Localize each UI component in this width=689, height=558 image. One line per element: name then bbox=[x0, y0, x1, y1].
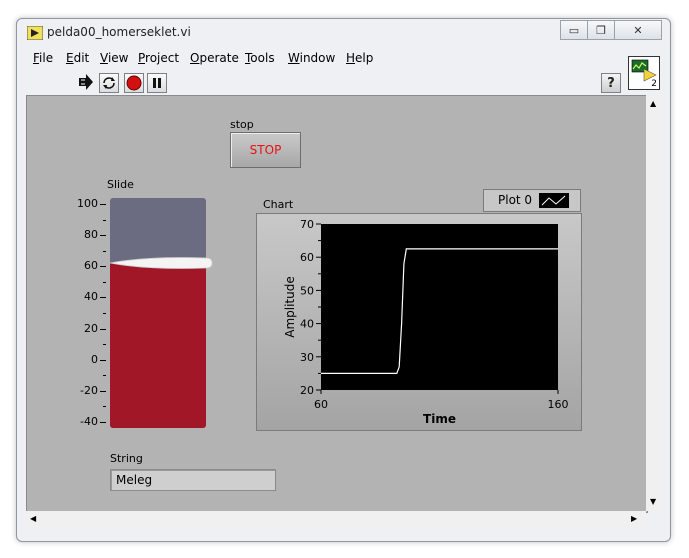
slide-tick bbox=[100, 328, 106, 330]
menu-tools[interactable]: Tools bbox=[245, 51, 275, 65]
menu-view[interactable]: View bbox=[100, 51, 128, 65]
run-continuously-button[interactable] bbox=[99, 73, 119, 93]
abort-icon bbox=[126, 75, 142, 91]
menu-project[interactable]: Project bbox=[138, 51, 179, 65]
stop-label: stop bbox=[230, 118, 254, 131]
menu-edit[interactable]: Edit bbox=[66, 51, 89, 65]
x-tick-label: 160 bbox=[548, 398, 569, 411]
context-help-button[interactable]: ? bbox=[601, 73, 621, 93]
slide-tick bbox=[100, 204, 106, 205]
menu-window[interactable]: Window bbox=[288, 51, 335, 65]
slide-minor-tick bbox=[103, 375, 106, 377]
menu-help[interactable]: Help bbox=[346, 51, 373, 65]
close-button[interactable]: ✕ bbox=[614, 20, 662, 40]
title-bar[interactable]: pelda00_homerseklet.vi ▭ ❐ ✕ bbox=[17, 19, 670, 47]
run-button[interactable] bbox=[77, 73, 95, 91]
y-tick-label: 60 bbox=[300, 251, 314, 264]
stop-button-text: STOP bbox=[249, 143, 282, 157]
restore-icon: ❐ bbox=[596, 23, 606, 37]
slide-tick-label: -20 bbox=[80, 383, 98, 397]
pause-icon bbox=[153, 78, 161, 88]
slide-minor-tick bbox=[103, 344, 106, 346]
plot-legend[interactable]: Plot 0 bbox=[483, 189, 581, 212]
slide-tick bbox=[100, 359, 106, 361]
y-tick-label: 30 bbox=[300, 351, 314, 364]
slide-knob[interactable] bbox=[108, 257, 214, 269]
menu-operate[interactable]: Operate bbox=[190, 51, 239, 65]
slide-tick-label: 40 bbox=[84, 290, 98, 304]
scroll-left-icon[interactable]: ◀ bbox=[30, 514, 36, 523]
string-value: Meleg bbox=[116, 473, 153, 487]
slide-tick-label: 20 bbox=[84, 321, 98, 335]
slide-tick bbox=[100, 390, 106, 392]
y-tick-label: 70 bbox=[300, 218, 314, 231]
close-icon: ✕ bbox=[633, 23, 643, 37]
vertical-scrollbar[interactable]: ▲ ▼ bbox=[646, 95, 662, 511]
legend-name: Plot 0 bbox=[498, 193, 533, 207]
stop-button[interactable]: STOP bbox=[230, 132, 301, 168]
chart-label: Chart bbox=[263, 198, 294, 211]
slide-tick bbox=[100, 422, 106, 423]
y-axis-label: Amplitude bbox=[283, 276, 297, 338]
abort-button[interactable] bbox=[124, 73, 144, 93]
horizontal-scrollbar[interactable]: ◀ ▶ bbox=[26, 511, 646, 528]
help-icon: ? bbox=[607, 75, 615, 91]
legend-line-icon bbox=[539, 193, 569, 208]
minimize-icon: ▭ bbox=[568, 23, 580, 37]
restore-button[interactable]: ❐ bbox=[587, 20, 615, 40]
menu-file[interactable]: File bbox=[33, 51, 53, 65]
scroll-right-icon[interactable]: ▶ bbox=[631, 514, 637, 523]
x-tick-label: 60 bbox=[314, 398, 328, 411]
slide-fill bbox=[110, 263, 206, 428]
x-axis-label: Time bbox=[423, 412, 456, 426]
toolbar bbox=[25, 69, 629, 95]
slide-tick-label: -40 bbox=[80, 415, 98, 428]
window-title: pelda00_homerseklet.vi bbox=[47, 25, 191, 39]
minimize-button[interactable]: ▭ bbox=[560, 20, 588, 40]
slide-label: Slide bbox=[107, 178, 134, 191]
pause-button[interactable] bbox=[147, 73, 167, 93]
slide-tick bbox=[100, 235, 106, 237]
slide-minor-tick bbox=[103, 219, 106, 221]
waveform-chart: 70 60 50 40 30 20 60 160 Time Amplitude bbox=[256, 213, 582, 431]
scroll-up-icon[interactable]: ▲ bbox=[650, 99, 656, 108]
y-tick-label: 20 bbox=[300, 384, 314, 397]
slide-tick bbox=[100, 297, 106, 299]
slide-scale: 100 80 60 40 20 0 -20 -40 bbox=[70, 197, 106, 428]
labview-vi-icon bbox=[27, 26, 43, 40]
slide-tick-label: 80 bbox=[84, 228, 98, 242]
slide-tick-label: 0 bbox=[91, 352, 98, 366]
chart-svg[interactable]: 70605040302060 160TimeAmplitude bbox=[257, 214, 581, 430]
y-tick-label: 40 bbox=[300, 318, 314, 331]
vi-icon-number: 2 bbox=[651, 79, 657, 89]
scroll-down-icon[interactable]: ▼ bbox=[650, 497, 656, 506]
slide-track[interactable] bbox=[109, 198, 213, 428]
vi-connector-icon[interactable]: 2 bbox=[628, 56, 660, 90]
slide-minor-tick bbox=[103, 250, 106, 252]
y-tick-label: 50 bbox=[300, 284, 314, 297]
run-continuously-icon bbox=[103, 77, 115, 89]
string-label: String bbox=[110, 452, 143, 465]
string-indicator[interactable]: Meleg bbox=[110, 469, 276, 491]
slide-minor-tick bbox=[103, 406, 106, 408]
menu-bar: File Edit View Project Operate Tools Win… bbox=[25, 48, 625, 68]
slide-tick-label: 100 bbox=[77, 197, 98, 210]
slide-tick-label: 60 bbox=[84, 259, 98, 273]
slide-minor-tick bbox=[103, 281, 106, 283]
slide-tick bbox=[100, 266, 106, 268]
slide-minor-tick bbox=[103, 313, 106, 314]
run-arrow-icon bbox=[79, 74, 93, 90]
